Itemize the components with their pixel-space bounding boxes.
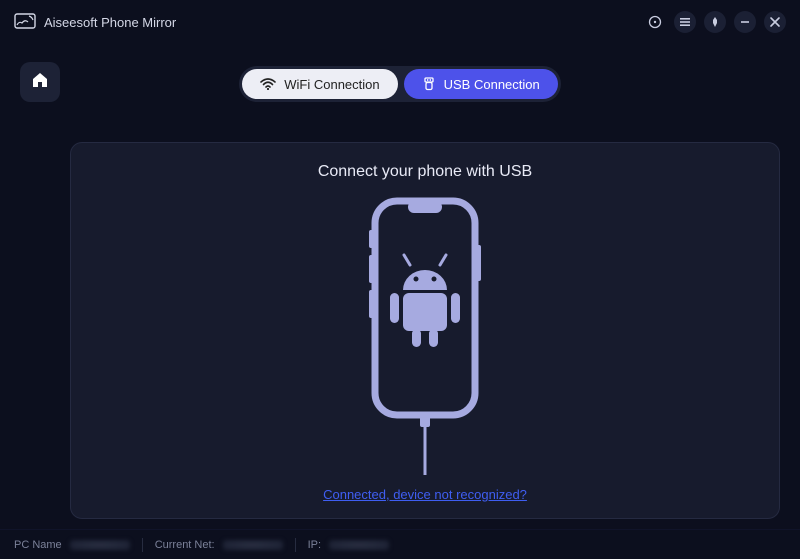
app-title-slot: Aiseesoft Phone Mirror: [14, 13, 176, 31]
menu-button[interactable]: [674, 11, 696, 33]
tab-usb-label: USB Connection: [444, 77, 540, 92]
phone-illustration: [71, 195, 779, 487]
home-button[interactable]: [20, 62, 60, 102]
app-logo-icon: [14, 13, 36, 31]
device-not-recognized-link[interactable]: Connected, device not recognized?: [323, 487, 527, 502]
panel-title: Connect your phone with USB: [318, 163, 532, 181]
tab-group: WiFi Connection USB Connection: [239, 66, 561, 102]
home-icon: [30, 70, 50, 95]
minimize-button[interactable]: [734, 11, 756, 33]
status-separator: [142, 538, 143, 552]
ip-value: [329, 540, 389, 550]
close-button[interactable]: [764, 11, 786, 33]
status-separator: [295, 538, 296, 552]
title-bar: Aiseesoft Phone Mirror: [0, 0, 800, 44]
tab-usb-connection[interactable]: USB Connection: [404, 69, 558, 99]
status-bar: PC Name Current Net: IP:: [0, 529, 800, 559]
pin-button[interactable]: [704, 11, 726, 33]
pc-name-value: [70, 540, 130, 550]
tab-wifi-connection[interactable]: WiFi Connection: [242, 69, 397, 99]
current-net-label: Current Net:: [155, 539, 215, 551]
android-phone-icon: [340, 195, 510, 475]
app-title: Aiseesoft Phone Mirror: [44, 15, 176, 30]
main-area: WiFi Connection USB Connection Connect y…: [0, 44, 800, 529]
usb-panel: Connect your phone with USB: [70, 142, 780, 519]
usb-icon: [422, 77, 436, 91]
wifi-icon: [260, 78, 276, 90]
tab-wifi-label: WiFi Connection: [284, 77, 379, 92]
feedback-button[interactable]: [644, 11, 666, 33]
pc-name-label: PC Name: [14, 539, 62, 551]
current-net-value: [223, 540, 283, 550]
ip-label: IP:: [308, 539, 321, 551]
connection-tabs: WiFi Connection USB Connection: [12, 66, 788, 102]
